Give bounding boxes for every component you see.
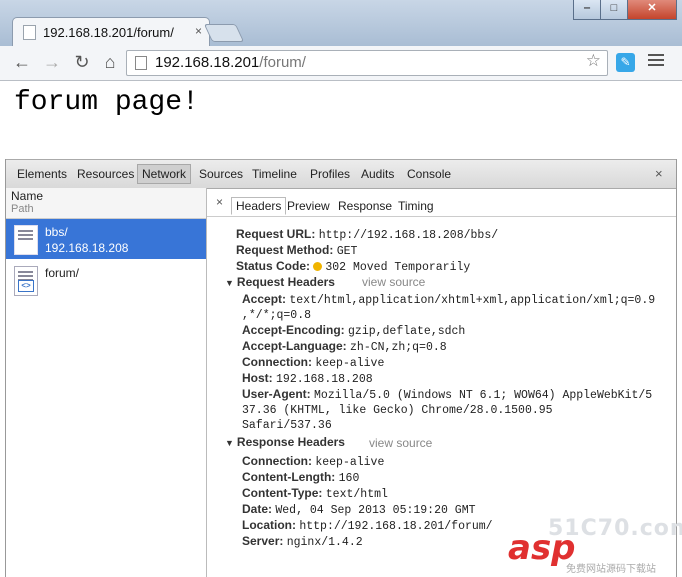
html-document-icon: <> [14, 266, 38, 296]
tab-audits[interactable]: Audits [361, 167, 394, 181]
tab-preview[interactable]: Preview [287, 199, 330, 213]
reload-icon[interactable]: ↻ [71, 51, 93, 73]
document-icon [14, 225, 38, 255]
address-bar[interactable]: 192.168.18.201/forum/ ☆ [126, 50, 608, 76]
tab-elements[interactable]: Elements [17, 167, 67, 181]
tab-console[interactable]: Console [407, 167, 451, 181]
minimize-button[interactable]: ‒ [573, 0, 601, 20]
resp-content-type: Content-Type: text/html [242, 486, 388, 501]
column-name: Name [11, 189, 44, 203]
resp-content-length: Content-Length: 160 [242, 470, 360, 485]
view-source-link[interactable]: view source [369, 436, 432, 450]
bookmark-star-icon[interactable]: ☆ [586, 51, 601, 71]
devtools-close-icon[interactable]: × [655, 166, 663, 181]
details-tabbar: × Headers Preview Response Timing [207, 188, 676, 217]
request-row[interactable]: bbs/ 192.168.18.208 [6, 219, 206, 259]
details-close-icon[interactable]: × [216, 195, 223, 209]
request-list: Name Path bbs/ 192.168.18.208 <> forum/ [6, 188, 207, 577]
header-user-agent-cont: Safari/537.36 [242, 419, 332, 432]
page-icon [23, 25, 36, 40]
request-row[interactable]: <> forum/ [6, 260, 206, 300]
browser-tab[interactable]: 192.168.18.201/forum/ × [12, 17, 210, 47]
column-path: Path [11, 203, 34, 215]
tab-headers[interactable]: Headers [231, 197, 287, 215]
browser-toolbar: ← → ↻ ⌂ 192.168.18.201/forum/ ☆ ✎ [0, 46, 682, 81]
forward-icon[interactable]: → [41, 51, 63, 73]
header-accept-language: Accept-Language: zh-CN,zh;q=0.8 [242, 339, 447, 354]
response-headers-section[interactable]: ▼ Response Headers [225, 435, 345, 449]
header-user-agent-cont: 37.36 (KHTML, like Gecko) Chrome/28.0.15… [242, 404, 553, 417]
maximize-button[interactable]: □ [600, 0, 628, 20]
request-method-line: Request Method: GET [236, 243, 358, 258]
tab-timing[interactable]: Timing [398, 199, 434, 213]
resp-location: Location: http://192.168.18.201/forum/ [242, 518, 493, 533]
collapse-triangle-icon[interactable]: ▼ [225, 438, 234, 448]
tab-response[interactable]: Response [338, 199, 392, 213]
resp-date: Date: Wed, 04 Sep 2013 05:19:20 GMT [242, 502, 476, 517]
status-dot-icon [313, 262, 323, 271]
header-accept-encoding: Accept-Encoding: gzip,deflate,sdch [242, 323, 466, 338]
header-connection: Connection: keep-alive [242, 355, 385, 370]
header-user-agent: User-Agent: Mozilla/5.0 (Windows NT 6.1;… [242, 387, 653, 402]
page-content: forum page! [0, 81, 682, 158]
tab-title: 192.168.18.201/forum/ [43, 25, 174, 40]
header-accept-cont: ,*/*;q=0.8 [242, 309, 312, 322]
column-header[interactable]: Name Path [6, 188, 206, 219]
resp-server: Server: nginx/1.4.2 [242, 534, 363, 549]
header-host: Host: 192.168.18.208 [242, 371, 373, 386]
header-accept: Accept: text/html,application/xhtml+xml,… [242, 292, 656, 307]
request-path: 192.168.18.208 [45, 241, 129, 255]
home-icon[interactable]: ⌂ [99, 51, 121, 73]
extension-icon[interactable]: ✎ [616, 53, 635, 72]
tab-resources[interactable]: Resources [77, 167, 134, 181]
page-heading: forum page! [14, 87, 199, 118]
watermark-logo: 51C70.com asp 免费网站源码下载站 [508, 516, 682, 575]
url-text: 192.168.18.201/forum/ [155, 54, 306, 71]
tab-timeline[interactable]: Timeline [252, 167, 297, 181]
window-close-button[interactable]: ✕ [627, 0, 677, 20]
back-icon[interactable]: ← [11, 51, 33, 73]
status-code-line: Status Code: 302 Moved Temporarily [236, 259, 471, 274]
resp-connection: Connection: keep-alive [242, 454, 385, 469]
devtools-tabbar: Elements Resources Network Sources Timel… [6, 159, 676, 189]
tab-close-icon[interactable]: × [195, 24, 202, 38]
request-url-line: Request URL: http://192.168.18.208/bbs/ [236, 227, 499, 242]
view-source-link[interactable]: view source [362, 275, 425, 289]
request-headers-section[interactable]: ▼ Request Headers [225, 275, 335, 289]
page-info-icon [135, 56, 147, 70]
tab-profiles[interactable]: Profiles [310, 167, 350, 181]
menu-icon[interactable] [648, 54, 664, 69]
devtools-panel: Elements Resources Network Sources Timel… [5, 159, 677, 577]
request-name: forum/ [45, 266, 80, 280]
window-titlebar: 192.168.18.201/forum/ × ‒ □ ✕ [0, 0, 682, 47]
tab-sources[interactable]: Sources [199, 167, 243, 181]
tab-network[interactable]: Network [137, 164, 192, 184]
request-name: bbs/ [45, 225, 68, 239]
collapse-triangle-icon[interactable]: ▼ [225, 278, 234, 288]
